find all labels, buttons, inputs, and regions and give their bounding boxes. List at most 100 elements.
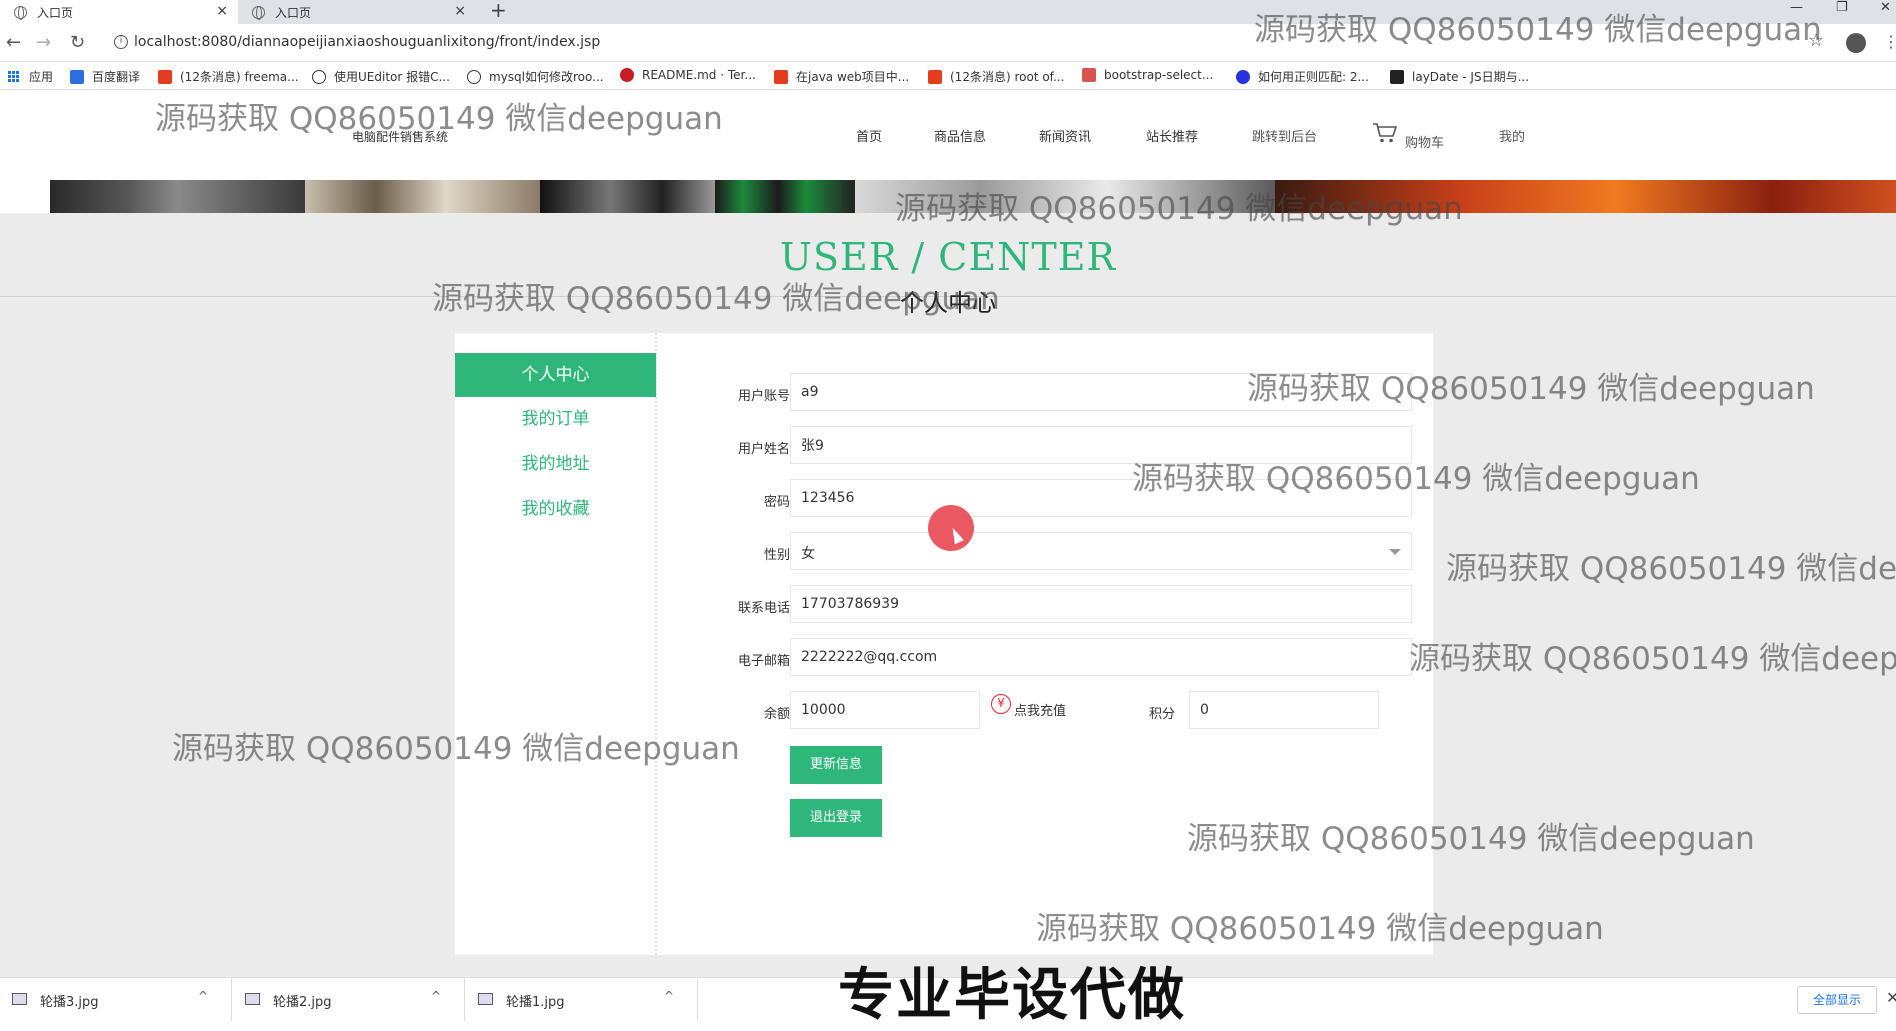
points-input[interactable] <box>1189 691 1379 729</box>
promo-overlay: 专业毕设代做 <box>838 963 1186 1028</box>
points-label: 积分 <box>1148 707 1175 722</box>
image-file-icon <box>245 993 260 1005</box>
phone-input[interactable] <box>790 585 1412 623</box>
yen-icon[interactable]: ¥ <box>991 694 1011 714</box>
nav-admin[interactable]: 跳转到后台 <box>1252 126 1317 145</box>
phone-label: 联系电话 <box>737 601 790 616</box>
menu-icon[interactable]: ⋮ <box>1883 32 1896 51</box>
bookmark-item[interactable]: 使用UEditor 报错C... <box>312 68 450 85</box>
nav-home[interactable]: 首页 <box>856 126 882 145</box>
url-text[interactable]: localhost:8080/diannaopeijianxiaoshougua… <box>134 34 600 50</box>
browser-tab-2[interactable]: 入口页 × <box>238 0 476 24</box>
forward-arrow-icon[interactable]: → <box>36 32 51 53</box>
download-item[interactable]: 轮播1.jpg ^ <box>466 978 698 1021</box>
balance-input[interactable] <box>790 691 980 729</box>
browser-tab-1[interactable]: 入口页 × <box>0 0 238 24</box>
bookmark-apps[interactable]: 应用 <box>8 68 53 85</box>
bookmark-item[interactable]: layDate - JS日期与... <box>1390 68 1529 85</box>
close-icon[interactable]: × <box>216 3 228 19</box>
nav-mine[interactable]: 我的 <box>1499 126 1525 145</box>
csdn-icon <box>158 69 172 84</box>
chevron-up-icon[interactable]: ^ <box>664 989 674 1003</box>
watermark: 源码获取 QQ86050149 微信deepguan <box>172 731 740 767</box>
bookmark-item[interactable]: mysql如何修改roo... <box>467 68 604 85</box>
reload-icon[interactable]: ↻ <box>70 32 85 53</box>
download-item[interactable]: 轮播3.jpg ^ <box>0 978 232 1021</box>
gender-value: 女 <box>801 546 815 562</box>
bookmarks-bar: 应用 百度翻译 (12条消息) freema... 使用UEditor 报错C.… <box>0 62 1896 90</box>
gender-select[interactable]: 女 <box>790 532 1412 570</box>
balance-label: 余额 <box>763 707 790 722</box>
csdn-icon <box>928 69 942 84</box>
watermark: 源码获取 QQ86050149 微信deepguan <box>895 191 1463 227</box>
bookmark-item[interactable]: README.md · Ter... <box>620 68 756 82</box>
update-info-button[interactable]: 更新信息 <box>790 746 882 784</box>
site-icon <box>312 69 326 84</box>
watermark: 源码获取 QQ86050149 微信deepguan <box>1187 821 1755 857</box>
nav-news[interactable]: 新闻资讯 <box>1039 126 1091 145</box>
globe-icon <box>14 5 27 20</box>
bookmark-item[interactable]: 百度翻译 <box>70 68 140 85</box>
watermark: 源码获取 QQ86050149 微信deepguan <box>155 101 723 137</box>
sidebar-item-profile[interactable]: 个人中心 <box>455 353 656 397</box>
window-close-button[interactable]: ✕ <box>1880 0 1891 15</box>
watermark: 源码获取 QQ86050149 微信deep <box>1446 551 1896 587</box>
bookmark-item[interactable]: 在java web项目中... <box>774 68 909 85</box>
watermark: 源码获取 QQ86050149 微信deepguan <box>1247 371 1815 407</box>
download-item[interactable]: 轮播2.jpg ^ <box>233 978 465 1021</box>
chevron-up-icon[interactable]: ^ <box>431 989 441 1003</box>
site-icon <box>467 69 481 84</box>
chevron-up-icon[interactable]: ^ <box>198 989 208 1003</box>
bookmark-item[interactable]: bootstrap-select... <box>1082 68 1213 82</box>
watermark: 源码获取 QQ86050149 微信deepguan <box>432 281 1000 317</box>
nav-cart[interactable]: 购物车 <box>1405 132 1444 151</box>
bookmark-label: 百度翻译 <box>92 70 141 84</box>
nav-recommend[interactable]: 站长推荐 <box>1146 126 1198 145</box>
sidebar-item-orders[interactable]: 我的订单 <box>455 397 656 441</box>
user-center-panel: 个人中心 我的订单 我的地址 我的收藏 用户账号 用户姓名 密码 性别 女 联系… <box>455 333 1433 955</box>
account-icon[interactable] <box>1846 33 1866 53</box>
name-label: 用户姓名 <box>737 442 790 457</box>
logout-button[interactable]: 退出登录 <box>790 799 882 837</box>
restore-button[interactable]: ❐ <box>1836 0 1848 15</box>
back-arrow-icon[interactable]: ← <box>6 32 21 53</box>
email-label: 电子邮箱 <box>737 654 790 669</box>
gender-label: 性别 <box>763 548 790 563</box>
gitee-icon <box>620 68 634 82</box>
laydate-icon <box>1390 69 1404 84</box>
translate-icon <box>70 69 84 84</box>
nav-products[interactable]: 商品信息 <box>934 126 986 145</box>
bookmark-label: README.md · Ter... <box>642 68 756 82</box>
bookmark-item[interactable]: 如何用正则匹配: 2... <box>1236 68 1369 85</box>
tab-title: 入口页 <box>275 5 312 20</box>
bookmark-label: 应用 <box>29 70 54 84</box>
baidu-icon <box>1236 69 1250 84</box>
cart-icon[interactable] <box>1372 122 1398 144</box>
tab-title: 入口页 <box>37 5 74 20</box>
sidebar-item-address[interactable]: 我的地址 <box>455 442 656 486</box>
account-label: 用户账号 <box>737 389 790 404</box>
watermark: 源码获取 QQ86050149 微信deepguan <box>1254 12 1822 48</box>
download-filename: 轮播2.jpg <box>273 995 332 1010</box>
globe-icon <box>252 5 265 20</box>
bookmark-item[interactable]: (12条消息) root of... <box>928 68 1064 85</box>
bookmark-label: (12条消息) root of... <box>950 70 1065 84</box>
bookmark-label: mysql如何修改roo... <box>489 70 604 84</box>
bookmark-label: bootstrap-select... <box>1104 68 1214 82</box>
bookmark-label: (12条消息) freema... <box>180 70 299 84</box>
info-icon[interactable]: i <box>114 35 128 49</box>
show-all-button[interactable]: 全部显示 <box>1797 986 1877 1014</box>
site-icon <box>1082 68 1096 82</box>
watermark: 源码获取 QQ86050149 微信deepguan <box>1132 461 1700 497</box>
watermark: 源码获取 QQ86050149 微信deepgu <box>1409 641 1896 677</box>
password-label: 密码 <box>763 495 790 510</box>
banner-image <box>50 180 305 213</box>
main-content: USER / CENTER 个人中心 个人中心 我的订单 我的地址 我的收藏 用… <box>0 213 1896 977</box>
close-icon[interactable]: ✕ <box>1886 988 1896 1007</box>
email-input[interactable] <box>790 638 1412 676</box>
bookmark-item[interactable]: (12条消息) freema... <box>158 68 299 85</box>
close-icon[interactable]: × <box>454 3 466 19</box>
sidebar-item-favorites[interactable]: 我的收藏 <box>455 487 656 531</box>
banner-image <box>715 180 855 213</box>
new-tab-button[interactable]: + <box>490 0 507 20</box>
